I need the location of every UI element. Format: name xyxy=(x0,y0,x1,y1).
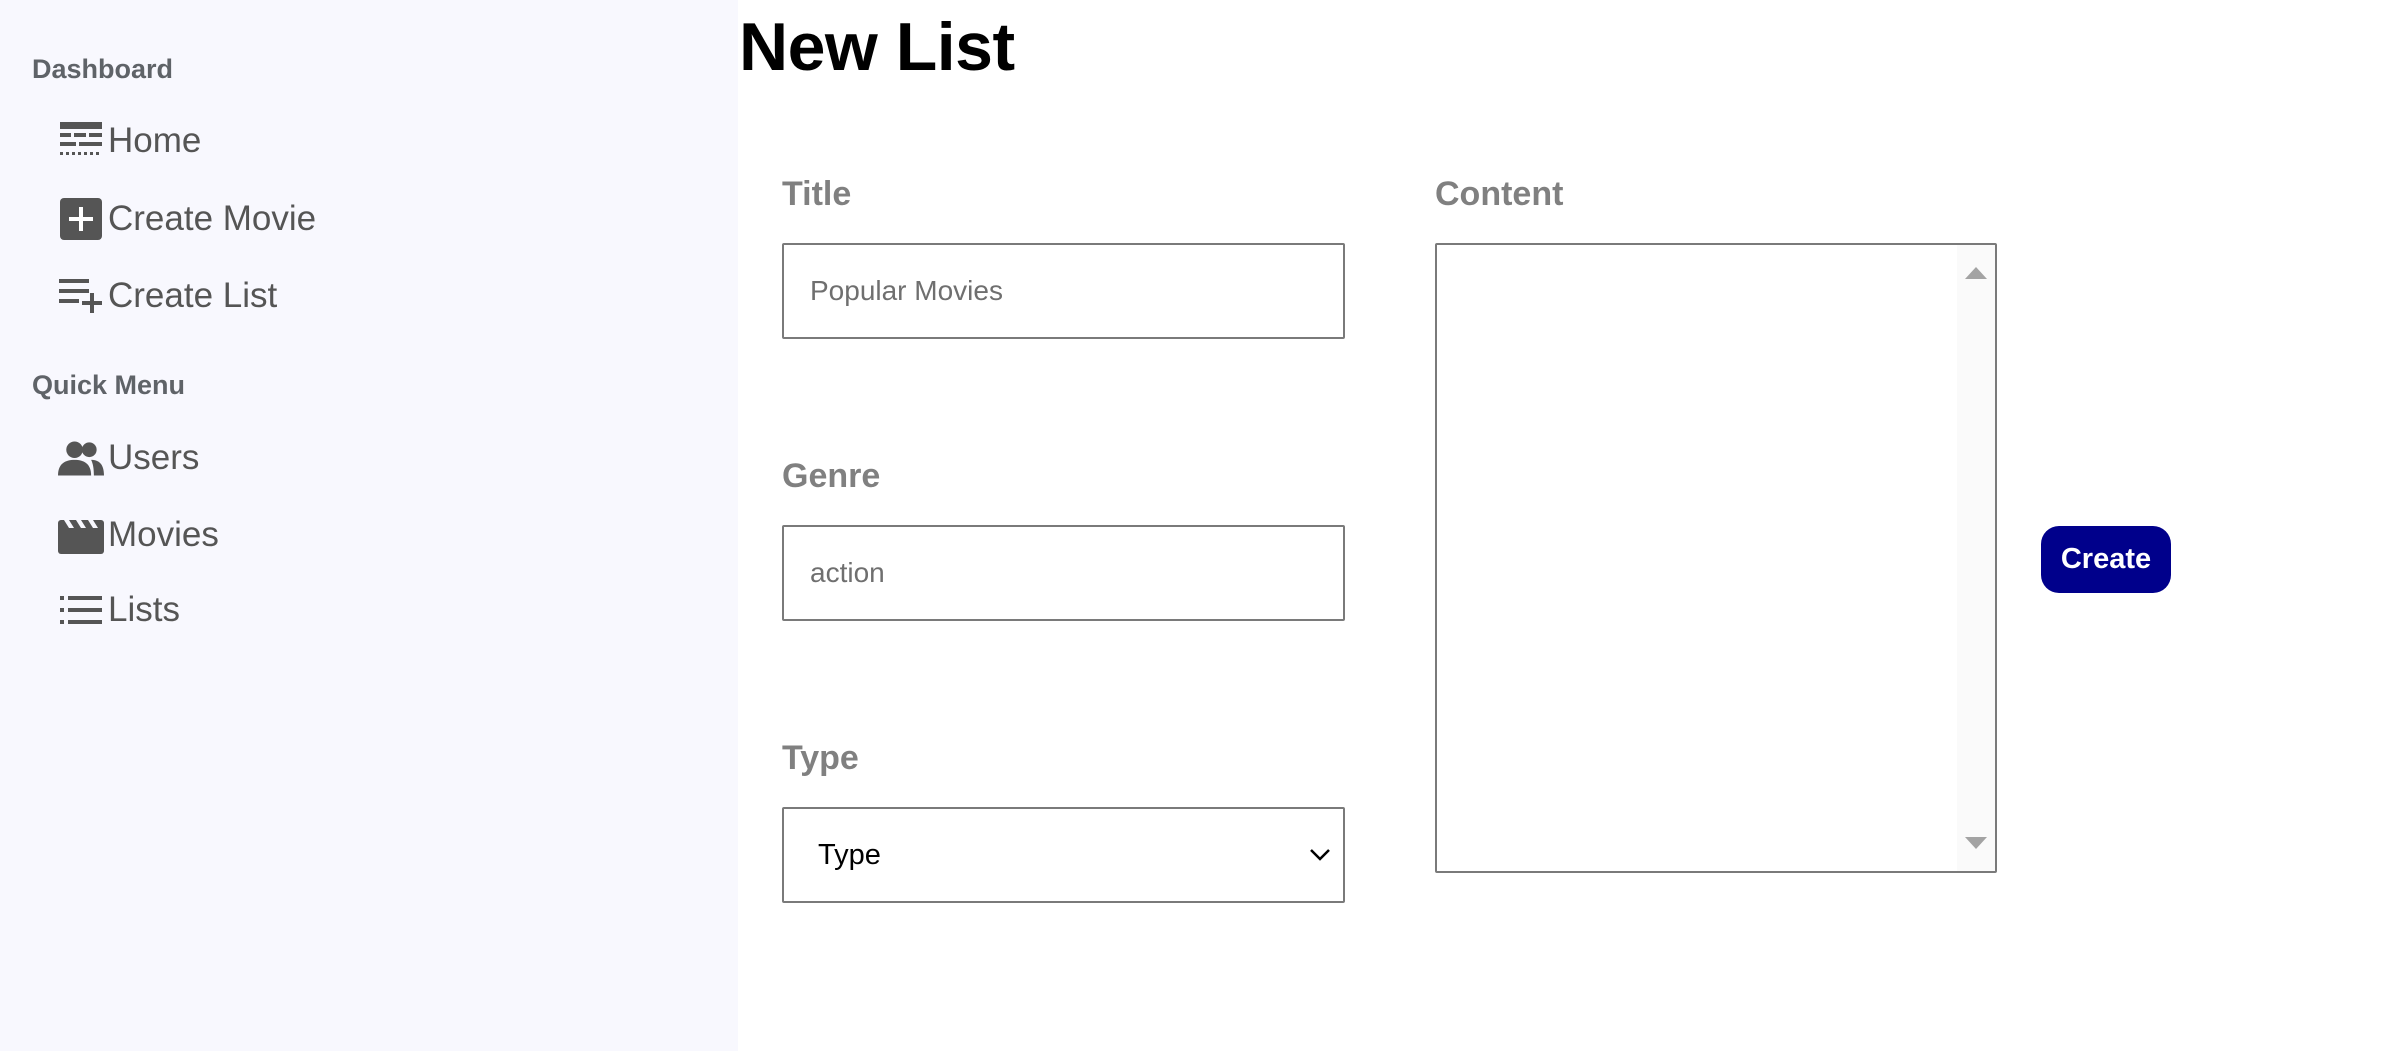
sidebar-item-label: Home xyxy=(108,121,202,160)
page-title: New List xyxy=(739,9,1015,85)
title-label: Title xyxy=(782,175,852,213)
sidebar-item-home[interactable]: Home xyxy=(58,113,201,169)
playlist-add-icon xyxy=(58,273,104,319)
type-select[interactable]: Type xyxy=(782,807,1345,903)
content-listbox[interactable] xyxy=(1435,243,1997,873)
sidebar-item-movies[interactable]: Movies xyxy=(58,507,219,563)
movie-icon xyxy=(58,512,104,558)
scroll-up-arrow-icon[interactable] xyxy=(1965,267,1987,279)
scroll-down-arrow-icon[interactable] xyxy=(1965,837,1987,849)
type-label: Type xyxy=(782,739,859,777)
content-scrollbar[interactable] xyxy=(1957,245,1995,871)
sidebar-item-create-list[interactable]: Create List xyxy=(58,268,277,324)
sidebar-item-users[interactable]: Users xyxy=(58,430,199,486)
list-icon xyxy=(58,587,104,633)
sidebar-item-label: Users xyxy=(108,438,200,477)
genre-label: Genre xyxy=(782,457,881,495)
sidebar-section-title-quick-menu: Quick Menu xyxy=(32,370,186,400)
sidebar-item-label: Create List xyxy=(108,276,278,315)
title-input[interactable] xyxy=(782,243,1345,339)
sidebar-item-label: Create Movie xyxy=(108,199,317,238)
genre-input[interactable] xyxy=(782,525,1345,621)
home-icon xyxy=(58,118,104,164)
sidebar-item-create-movie[interactable]: Create Movie xyxy=(58,191,316,247)
chevron-down-icon xyxy=(1309,848,1331,862)
sidebar-item-label: Movies xyxy=(108,515,219,554)
content-label: Content xyxy=(1435,175,1564,213)
users-icon xyxy=(58,435,104,481)
add-box-icon xyxy=(58,196,104,242)
type-select-value: Type xyxy=(818,838,881,871)
app-root: Dashboard Home Create Movie Create List … xyxy=(0,0,2397,1051)
sidebar-item-lists[interactable]: Lists xyxy=(58,582,180,638)
sidebar: Dashboard Home Create Movie Create List … xyxy=(0,0,738,1051)
content-textarea[interactable] xyxy=(1437,245,1957,871)
create-button[interactable]: Create xyxy=(2041,526,2171,593)
sidebar-section-title-dashboard: Dashboard xyxy=(32,54,174,84)
sidebar-item-label: Lists xyxy=(108,590,180,629)
